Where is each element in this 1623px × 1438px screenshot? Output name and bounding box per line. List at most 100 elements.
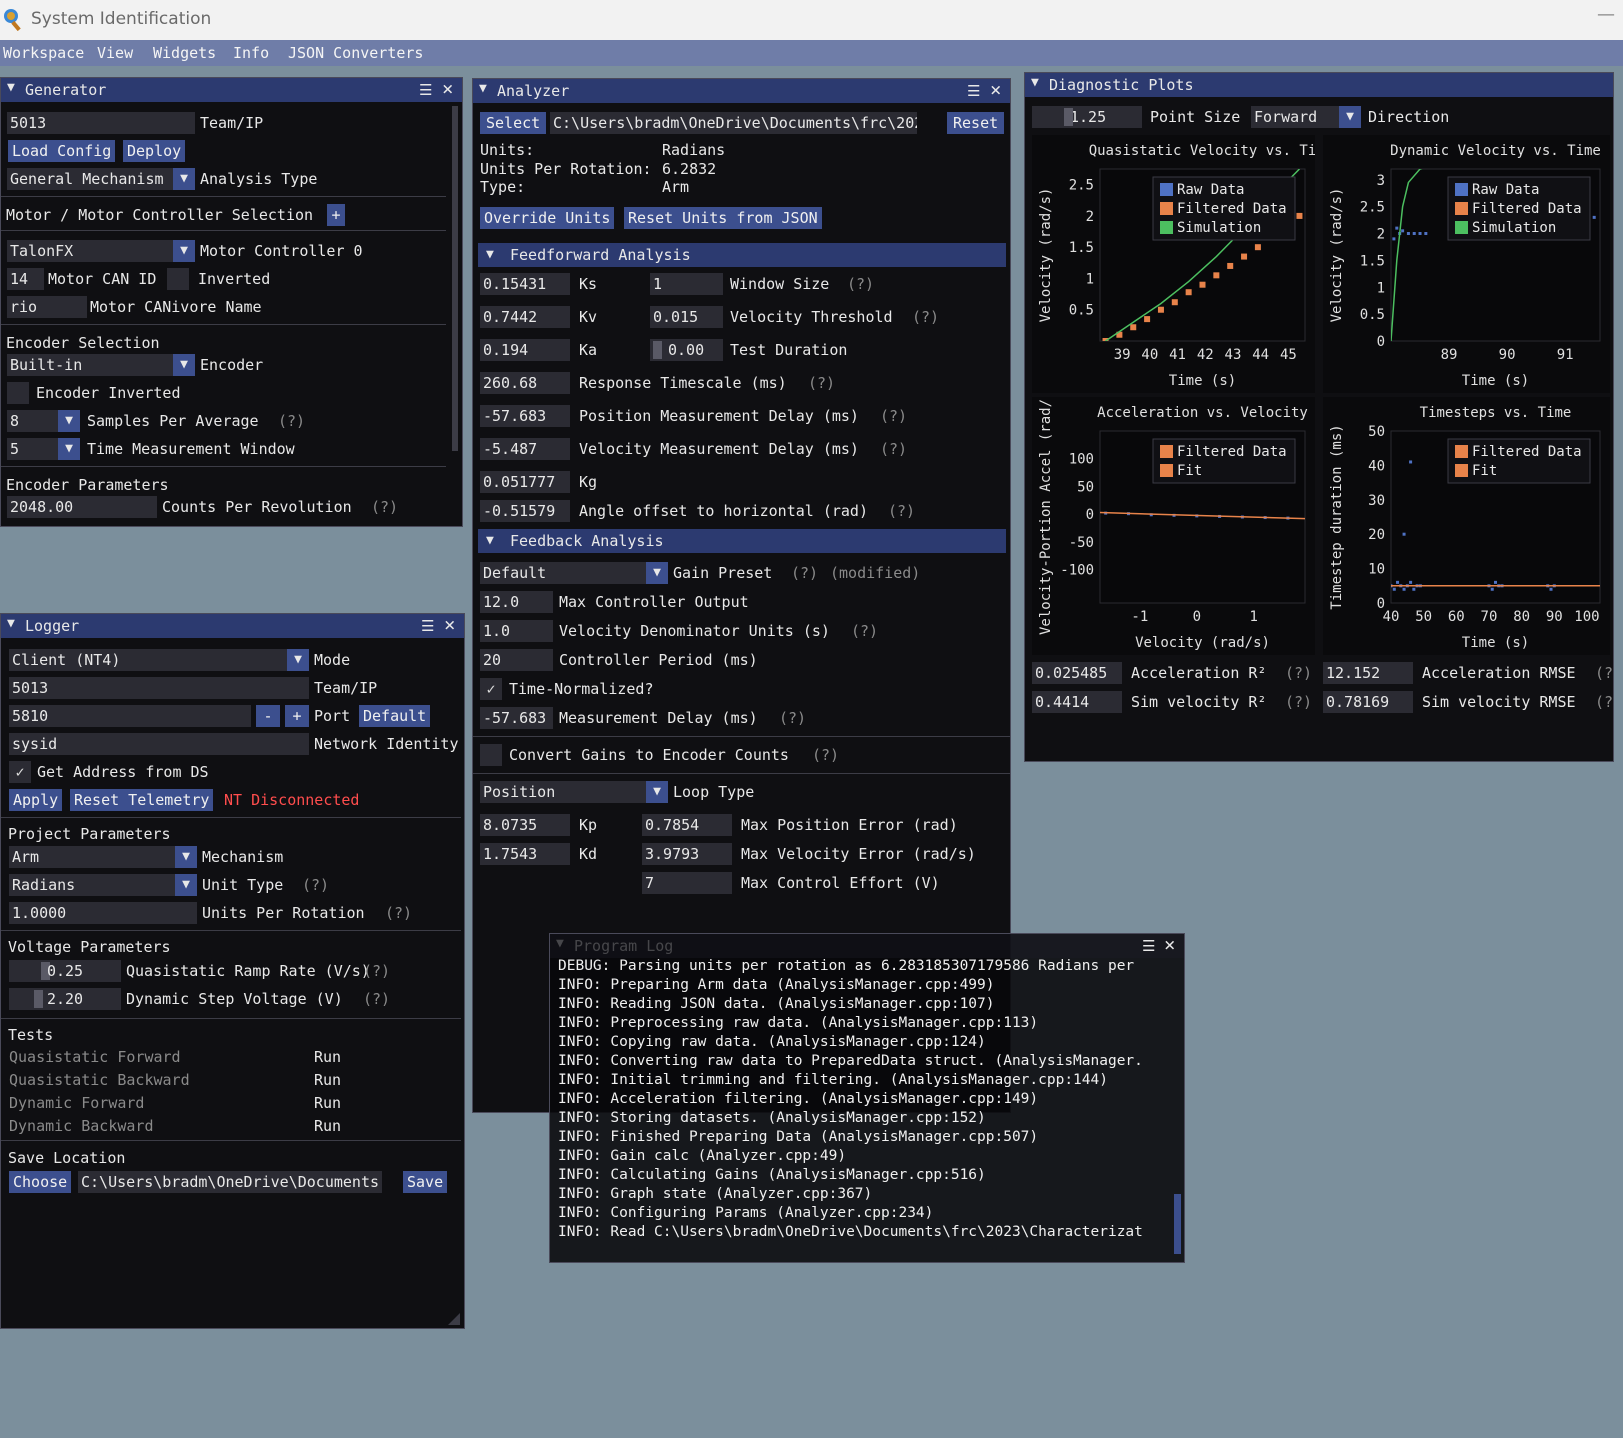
feedback-section-header[interactable]: ▼ Feedback Analysis (478, 529, 1006, 553)
help-marker[interactable]: (?) (1285, 693, 1312, 711)
encoder-select[interactable]: Built-in (7, 354, 173, 376)
load-config-button[interactable]: Load Config (8, 140, 116, 162)
max-position-error-input[interactable]: 0.7854 (642, 814, 732, 836)
slider-grab[interactable] (34, 990, 43, 1008)
scrollbar[interactable] (1174, 1194, 1181, 1254)
collapse-arrow-icon[interactable]: ▼ (7, 80, 15, 95)
plot-quasistatic-velocity[interactable]: Quasistatic Velocity vs. Ti Time (s) Veloc… (1032, 135, 1316, 393)
reset-units-button[interactable]: Reset Units from JSON (624, 207, 822, 229)
menu-workspace[interactable]: Workspace (3, 44, 84, 62)
collapse-arrow-icon[interactable]: ▼ (7, 616, 15, 631)
counts-per-revolution-input[interactable]: 2048.00 (7, 496, 157, 518)
chevron-down-icon[interactable]: ▼ (175, 846, 197, 868)
plot-acceleration-velocity[interactable]: Acceleration vs. Velocity Velocity (rad/s… (1032, 397, 1315, 655)
max-velocity-error-input[interactable]: 3.9793 (642, 843, 732, 865)
help-marker[interactable]: (?) (808, 374, 835, 392)
time-window-select[interactable]: 5 (7, 438, 58, 460)
help-marker[interactable]: (?) (847, 275, 874, 293)
window-menu-icon[interactable]: ☰ (419, 81, 432, 99)
chevron-down-icon[interactable]: ▼ (175, 874, 197, 896)
resize-grip-icon[interactable] (448, 1313, 460, 1325)
direction-select[interactable]: Forward (1251, 106, 1339, 128)
help-marker[interactable]: (? (1595, 693, 1613, 711)
port-increment-button[interactable]: + (285, 705, 309, 727)
chevron-down-icon[interactable]: ▼ (646, 562, 668, 584)
test-duration-slider[interactable]: 0.00 (650, 339, 723, 361)
save-path-input[interactable]: C:\Users\bradm\OneDrive\Documents (78, 1171, 382, 1193)
run-test-button[interactable]: Run (314, 1117, 341, 1135)
choose-button[interactable]: Choose (9, 1171, 72, 1193)
measurement-delay-input[interactable]: -57.683 (480, 707, 553, 729)
port-default-button[interactable]: Default (359, 705, 431, 727)
get-address-checkbox[interactable]: ✓ (9, 761, 31, 783)
point-size-slider[interactable]: 1.25 (1032, 106, 1142, 128)
menu-info[interactable]: Info (233, 44, 269, 62)
collapse-arrow-icon[interactable]: ▼ (1031, 75, 1039, 90)
help-marker[interactable]: (?) (851, 622, 878, 640)
team-ip-input[interactable]: 5013 (7, 112, 195, 134)
chevron-down-icon[interactable]: ▼ (287, 649, 309, 671)
help-marker[interactable]: (?) (363, 962, 390, 980)
chevron-down-icon[interactable]: ▼ (173, 240, 195, 262)
run-test-button[interactable]: Run (314, 1094, 341, 1112)
velocity-threshold-input[interactable]: 0.015 (650, 306, 723, 328)
port-decrement-button[interactable]: - (256, 705, 280, 727)
collapse-arrow-icon[interactable]: ▼ (486, 247, 494, 262)
diagnostic-plots-header[interactable]: ▼ Diagnostic Plots (1025, 73, 1613, 97)
window-size-input[interactable]: 1 (650, 273, 723, 295)
chevron-down-icon[interactable]: ▼ (646, 781, 668, 803)
chevron-down-icon[interactable]: ▼ (58, 410, 80, 432)
generator-header[interactable]: ▼ Generator ☰ × (1, 78, 462, 102)
menu-json-converters[interactable]: JSON Converters (288, 44, 423, 62)
help-marker[interactable]: (?) (888, 502, 915, 520)
gain-preset-select[interactable]: Default (480, 562, 646, 584)
help-marker[interactable]: (?) (880, 440, 907, 458)
chevron-down-icon[interactable]: ▼ (58, 438, 80, 460)
help-marker[interactable]: (?) (371, 498, 398, 516)
minimize-button[interactable]: — (1597, 4, 1615, 25)
chevron-down-icon[interactable]: ▼ (1339, 106, 1361, 128)
unit-type-select[interactable]: Radians (9, 874, 175, 896)
max-control-effort-input[interactable]: 7 (642, 872, 732, 894)
save-button[interactable]: Save (403, 1171, 448, 1193)
help-marker[interactable]: (? (1595, 664, 1613, 682)
select-file-button[interactable]: Select (480, 112, 547, 134)
help-marker[interactable]: (?) (779, 709, 806, 727)
scrollbar[interactable] (452, 106, 458, 451)
team-ip-input[interactable]: 5013 (9, 677, 309, 699)
analysis-type-select[interactable]: General Mechanism (7, 168, 173, 190)
help-marker[interactable]: (?) (812, 746, 839, 764)
close-icon[interactable]: × (442, 78, 453, 100)
port-input[interactable]: 5810 (9, 705, 251, 727)
slider-grab[interactable] (653, 341, 662, 359)
plot-dynamic-velocity[interactable]: Dynamic Velocity vs. Time Time (s) Velocit… (1323, 135, 1610, 393)
window-menu-icon[interactable]: ☰ (421, 617, 434, 635)
close-icon[interactable]: × (990, 79, 1001, 101)
convert-gains-checkbox[interactable] (480, 744, 502, 766)
menu-view[interactable]: View (97, 44, 133, 62)
window-menu-icon[interactable]: ☰ (1142, 937, 1155, 955)
logger-header[interactable]: ▼ Logger ☰ × (1, 614, 464, 638)
help-marker[interactable]: (?) (1285, 664, 1312, 682)
run-test-button[interactable]: Run (314, 1048, 341, 1066)
help-marker[interactable]: (?) (363, 990, 390, 1008)
collapse-arrow-icon[interactable]: ▼ (486, 533, 494, 548)
help-marker[interactable]: (?) (385, 904, 412, 922)
network-identity-input[interactable]: sysid (9, 733, 309, 755)
close-icon[interactable]: × (1164, 934, 1175, 956)
override-units-button[interactable]: Override Units (480, 207, 615, 229)
controller-period-input[interactable]: 20 (480, 649, 553, 671)
reset-button[interactable]: Reset (947, 112, 1005, 134)
plot-timesteps[interactable]: Timesteps vs. Time Time (s) Timestep durat… (1323, 397, 1610, 655)
encoder-inverted-checkbox[interactable] (7, 382, 29, 404)
units-per-rotation-input[interactable]: 1.0000 (9, 902, 197, 924)
quasistatic-ramp-slider[interactable]: 0.25 (9, 960, 121, 982)
mechanism-select[interactable]: Arm (9, 846, 175, 868)
inverted-checkbox[interactable] (167, 268, 189, 290)
samples-per-average-select[interactable]: 8 (7, 410, 58, 432)
max-controller-output-input[interactable]: 12.0 (480, 591, 553, 613)
run-test-button[interactable]: Run (314, 1071, 341, 1089)
menu-widgets[interactable]: Widgets (153, 44, 216, 62)
deploy-button[interactable]: Deploy (123, 140, 186, 162)
apply-button[interactable]: Apply (9, 789, 63, 811)
